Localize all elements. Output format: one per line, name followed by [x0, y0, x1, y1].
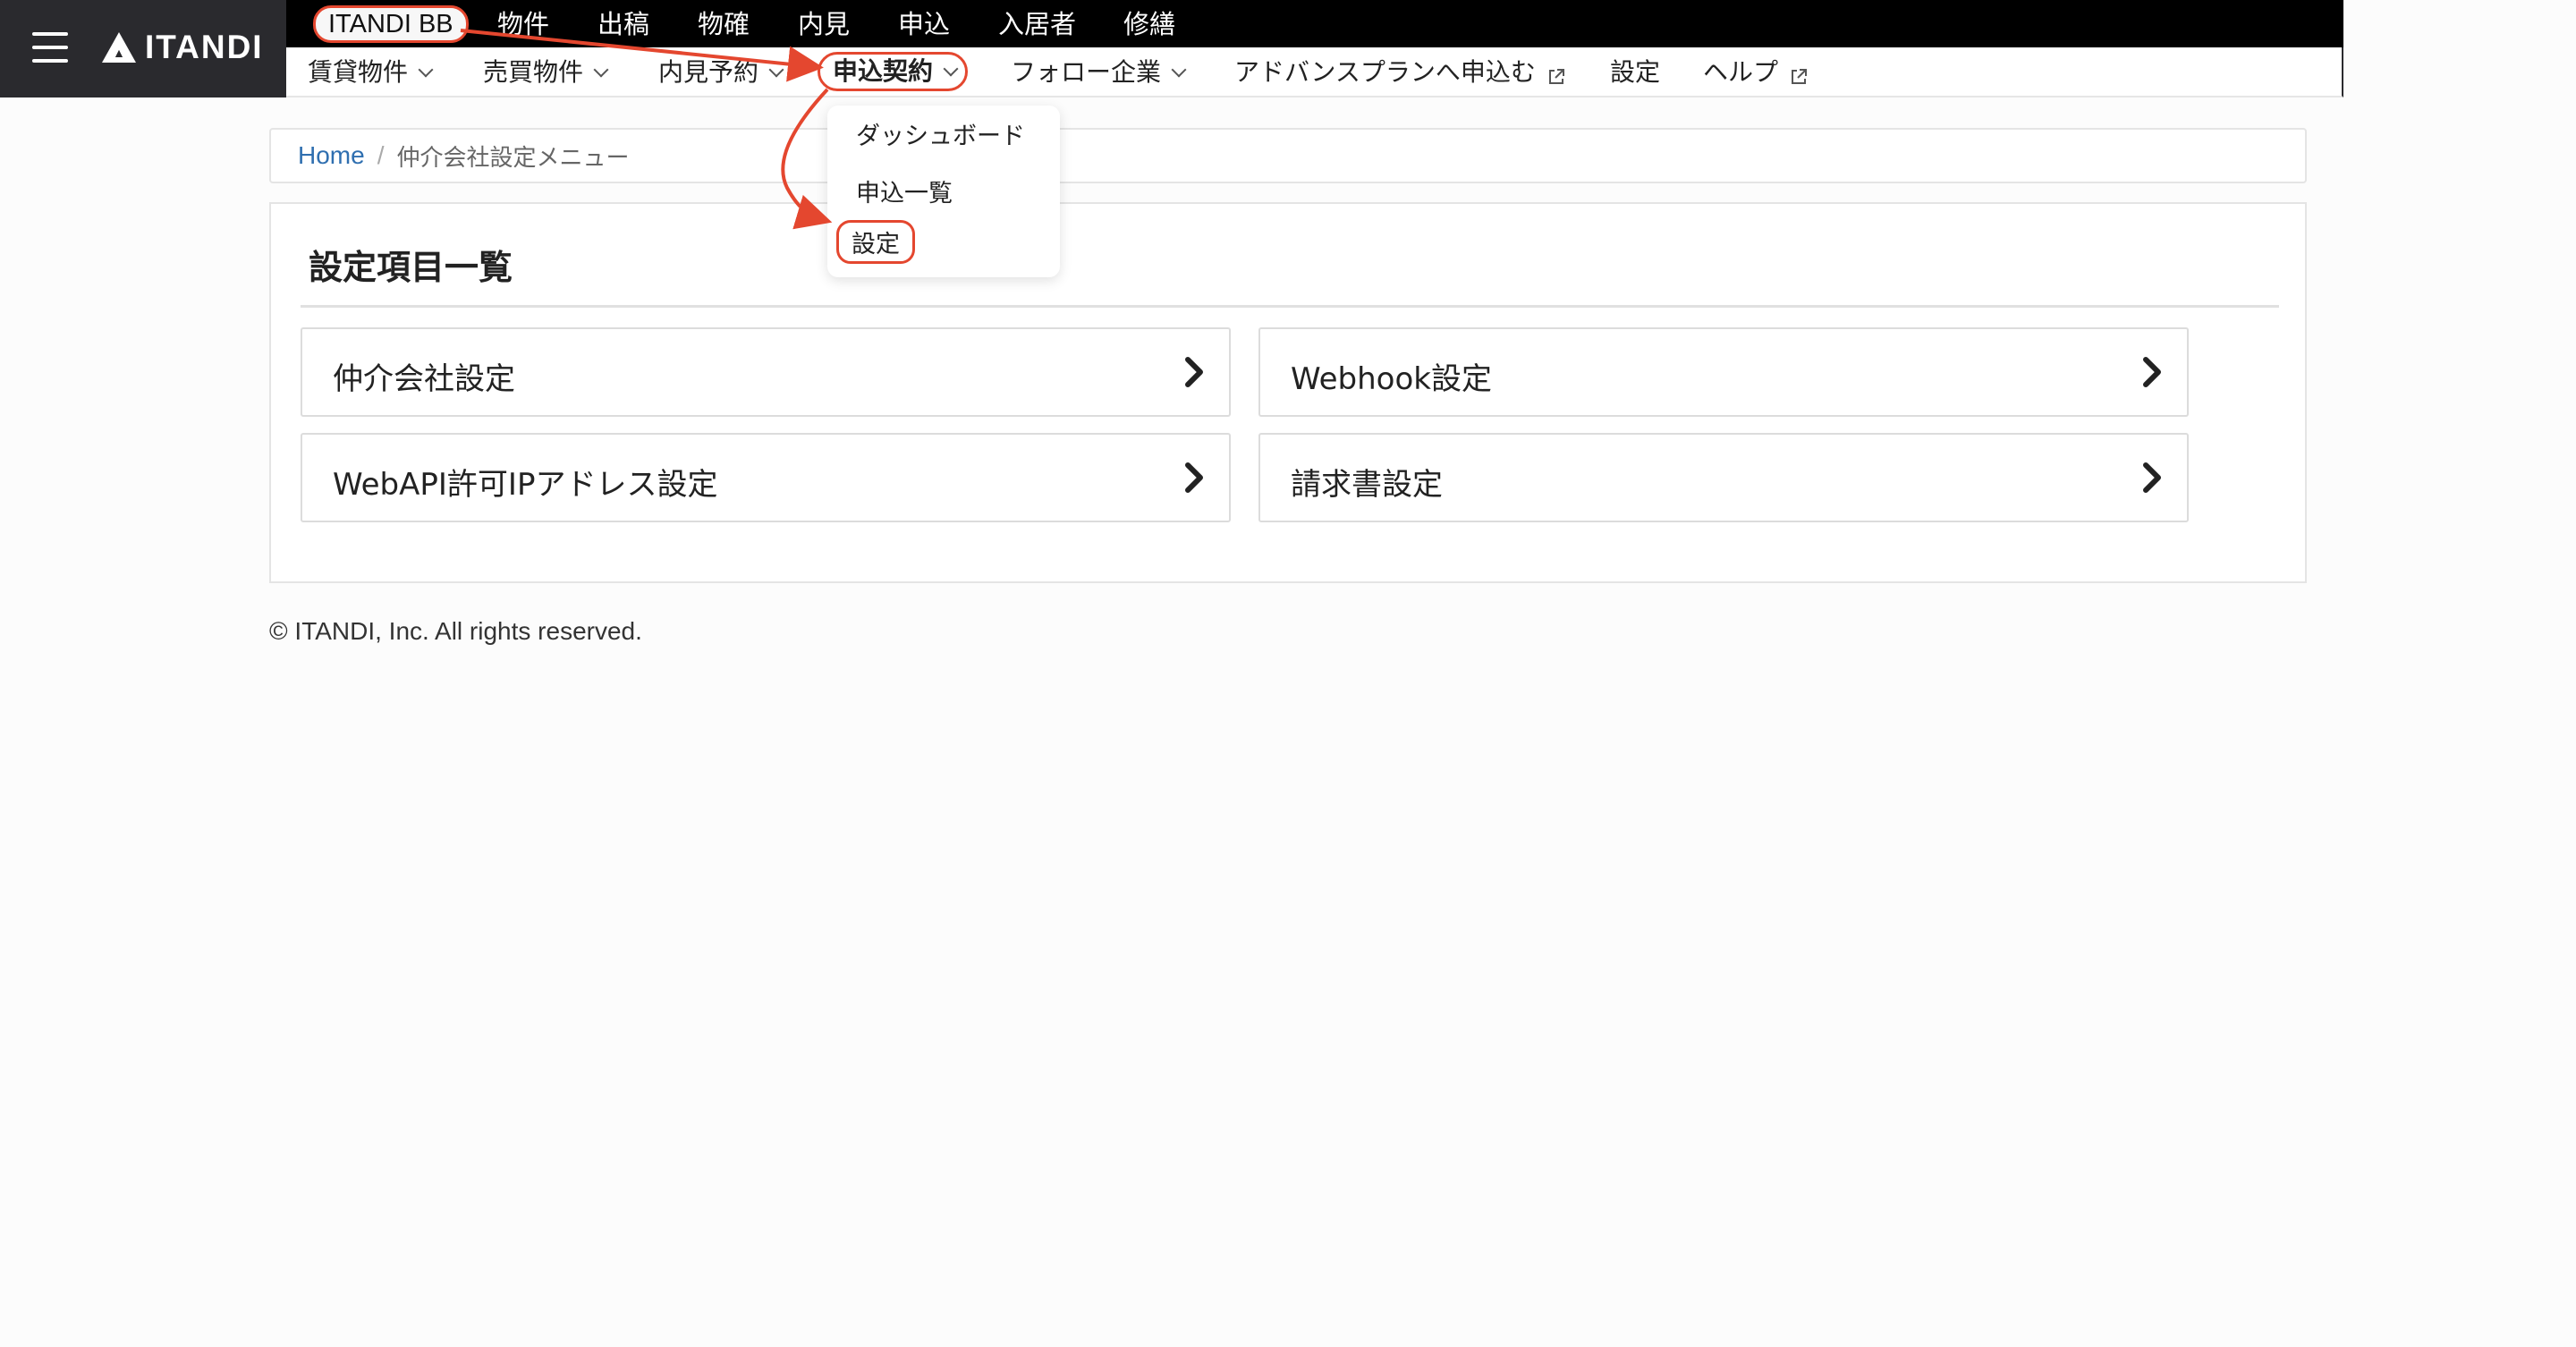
topnav-item-itandi-bb[interactable]: ITANDI BB	[313, 5, 469, 43]
chevron-right-icon	[1185, 357, 1203, 387]
subnav-item-chintai[interactable]: 賃貸物件	[308, 56, 434, 89]
dropdown-item-dashboard[interactable]: ダッシュボード	[856, 116, 1025, 151]
settings-panel: 設定項目一覧 仲介会社設定 Webhook設定 WebAPI許可IPアドレス設定…	[269, 202, 2307, 583]
subnav-label: 賃貸物件	[308, 57, 409, 87]
chevron-down-icon	[418, 62, 434, 78]
subnav-label: アドバンスプランへ申込む	[1234, 57, 1536, 87]
subnav-item-baibai[interactable]: 売買物件	[483, 56, 609, 89]
card-seikyusho-settei[interactable]: 請求書設定	[1258, 433, 2189, 522]
card-webhook-settei[interactable]: Webhook設定	[1258, 327, 2189, 417]
card-label: Webhook設定	[1291, 361, 1492, 397]
card-label: 請求書設定	[1291, 467, 1443, 503]
breadcrumb-current: 仲介会社設定メニュー	[396, 144, 630, 172]
page-title: 設定項目一覧	[309, 248, 513, 287]
topnav-item-shukko[interactable]: 出稿	[597, 7, 649, 41]
subnav-item-advance-plan[interactable]: アドバンスプランへ申込む	[1234, 56, 1566, 89]
external-link-icon	[1546, 63, 1566, 84]
sub-navigation: 賃貸物件 売買物件 内見予約 申込契約 フォロー企業 アドバンスプランへ申込む …	[286, 47, 2343, 97]
subnav-item-moushikomi-keiyaku[interactable]: 申込契約	[818, 52, 969, 91]
breadcrumb: Home / 仲介会社設定メニュー	[269, 128, 2307, 183]
hamburger-menu-icon[interactable]	[32, 32, 68, 63]
topnav-item-nyukyosha[interactable]: 入居者	[998, 7, 1076, 41]
chevron-down-icon	[1171, 62, 1187, 78]
chevron-down-icon	[593, 62, 609, 78]
subnav-item-naiken-yoyaku[interactable]: 内見予約	[658, 56, 784, 89]
card-webapi-ip-settei[interactable]: WebAPI許可IPアドレス設定	[301, 433, 1231, 522]
subnav-label: ヘルプ	[1703, 57, 1779, 87]
dropdown-item-moushikomi-ichiran[interactable]: 申込一覧	[856, 174, 953, 208]
itandi-logo-icon	[102, 32, 136, 63]
subnav-item-settei[interactable]: 設定	[1610, 56, 1660, 89]
chevron-down-icon	[768, 62, 784, 78]
topnav-item-moushikomi[interactable]: 申込	[898, 7, 950, 41]
breadcrumb-home-link[interactable]: Home	[298, 141, 365, 170]
subnav-label: 売買物件	[483, 57, 584, 87]
brand-bar: ITANDI	[0, 0, 286, 97]
subnav-label: 申込契約	[833, 56, 934, 86]
chevron-right-icon	[2143, 462, 2161, 493]
chevron-right-icon	[2143, 357, 2161, 387]
chevron-right-icon	[1185, 462, 1203, 493]
title-divider	[301, 305, 2279, 308]
topnav-item-shuzen[interactable]: 修繕	[1123, 7, 1175, 41]
card-chukai-kaisha-settei[interactable]: 仲介会社設定	[301, 327, 1231, 417]
breadcrumb-separator: /	[377, 141, 385, 169]
moushikomi-keiyaku-dropdown: ダッシュボード 申込一覧 設定	[827, 106, 1060, 277]
footer-copyright: © ITANDI, Inc. All rights reserved.	[269, 617, 642, 645]
dropdown-item-settei[interactable]: 設定	[836, 220, 915, 264]
topnav-item-bukken[interactable]: 物件	[497, 7, 549, 41]
external-link-icon	[1789, 63, 1809, 84]
subnav-item-follow-kigyo[interactable]: フォロー企業	[1011, 56, 1187, 89]
logo-text: ITANDI	[145, 29, 264, 65]
topnav-item-bukkaku[interactable]: 物確	[698, 7, 750, 41]
topnav-item-naiken[interactable]: 内見	[798, 7, 850, 41]
subnav-label: 設定	[1610, 57, 1661, 87]
subnav-label: フォロー企業	[1011, 57, 1162, 87]
top-navigation: ITANDI BB 物件 出稿 物確 内見 申込 入居者 修繕	[286, 0, 2343, 47]
card-label: WebAPI許可IPアドレス設定	[333, 467, 718, 503]
chevron-down-icon	[943, 61, 959, 77]
itandi-logo[interactable]: ITANDI	[100, 29, 264, 66]
subnav-item-help[interactable]: ヘルプ	[1703, 56, 1809, 89]
subnav-label: 内見予約	[658, 57, 759, 87]
card-label: 仲介会社設定	[333, 361, 515, 397]
